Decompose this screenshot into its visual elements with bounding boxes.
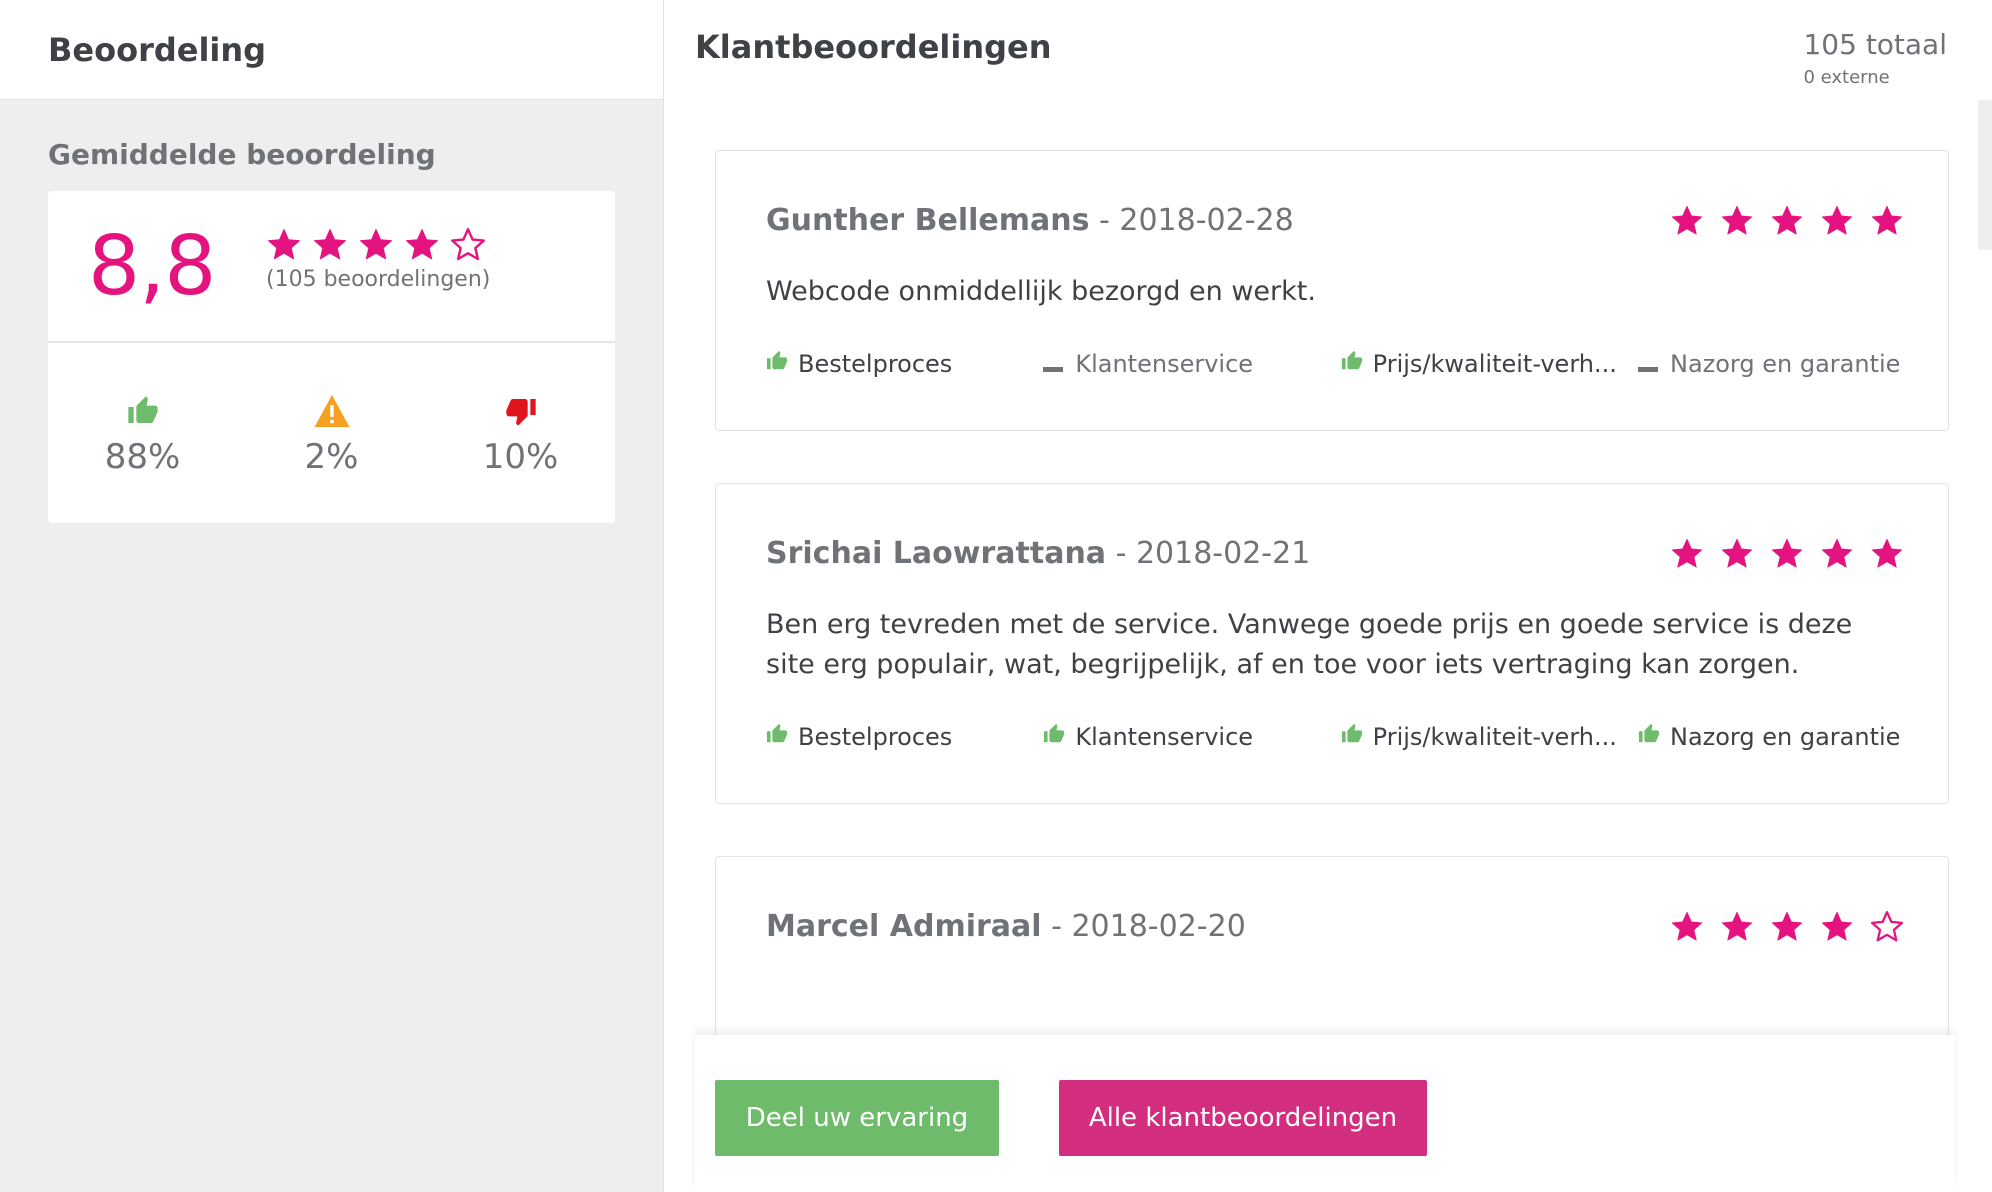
thumbs-up-icon — [1341, 723, 1363, 751]
review-date: - 2018-02-21 — [1106, 536, 1311, 571]
negative-percentage: 10% — [482, 437, 559, 477]
thumbs-up-icon — [1043, 723, 1065, 751]
star-filled-icon — [359, 228, 393, 259]
star-filled-icon — [1721, 538, 1753, 568]
aspect-nazorg-garantie: Nazorg en garantie — [1638, 723, 1901, 751]
star-filled-icon — [1771, 205, 1803, 235]
total-count: 105 totaal — [1803, 28, 1947, 61]
star-filled-icon — [1871, 205, 1903, 235]
aspect-klantenservice: Klantenservice — [1043, 350, 1340, 378]
share-experience-button[interactable]: Deel uw ervaring — [715, 1080, 999, 1156]
aspect-label: Nazorg en garantie — [1669, 350, 1901, 378]
star-empty-icon — [1870, 910, 1904, 941]
aspect-prijs-kwaliteit: Prijs/kwaliteit-verh... — [1341, 723, 1638, 751]
average-score: 8,8 — [88, 218, 216, 314]
reviewer-line: Gunther Bellemans - 2018-02-28 — [766, 203, 1294, 238]
rating-panel-header: Beoordeling — [0, 0, 663, 100]
review-header: Marcel Admiraal - 2018-02-20 — [766, 857, 1904, 944]
star-filled-icon — [1771, 538, 1803, 568]
average-rating-title: Gemiddelde beoordeling — [48, 138, 436, 171]
reviews-title: Klantbeoordelingen — [695, 28, 1052, 66]
thumbs-down-icon — [501, 391, 541, 431]
star-filled-icon — [313, 228, 347, 259]
review-aspects: Bestelproces Klantenservice Prijs/kwalit… — [766, 723, 1901, 803]
reviewer-name: Gunther Bellemans — [766, 203, 1090, 238]
negative-stat: 10% — [426, 343, 615, 523]
review-aspects: Bestelproces Klantenservice Prijs/kwalit… — [766, 350, 1901, 430]
neutral-percentage: 2% — [304, 437, 359, 477]
star-filled-icon — [405, 228, 439, 259]
rating-panel-title: Beoordeling — [48, 30, 267, 69]
dash-icon — [1637, 350, 1660, 378]
star-filled-icon — [1821, 205, 1853, 235]
warning-icon — [312, 391, 352, 431]
review-stars — [1670, 204, 1904, 238]
star-filled-icon — [1671, 911, 1703, 941]
star-filled-icon — [1721, 911, 1753, 941]
reviewer-name: Marcel Admiraal — [766, 909, 1042, 944]
aspect-label: Prijs/kwaliteit-verh... — [1372, 723, 1617, 751]
review-card: Marcel Admiraal - 2018-02-20 — [715, 856, 1949, 1056]
aspect-label: Bestelproces — [798, 723, 953, 751]
review-list[interactable]: Gunther Bellemans - 2018-02-28 Webcode o… — [715, 150, 1949, 1108]
review-text: Webcode onmiddellijk bezorgd en werkt. — [766, 276, 1316, 307]
rating-score-row: 8,8 (105 beoordelingen) — [48, 191, 615, 343]
star-filled-icon — [1771, 911, 1803, 941]
external-count: 0 externe — [1803, 67, 1890, 88]
star-filled-icon — [1821, 911, 1853, 941]
aspect-label: Nazorg en garantie — [1669, 723, 1901, 751]
review-totals: 105 totaal 0 externe — [1803, 28, 1947, 100]
review-text: Ben erg tevreden met de service. Vanwege… — [766, 609, 1853, 680]
review-stars — [1670, 910, 1904, 944]
scrollbar-thumb[interactable] — [1978, 100, 1992, 250]
review-stars — [1670, 537, 1904, 571]
star-filled-icon — [1671, 205, 1703, 235]
reviewer-line: Srichai Laowrattana - 2018-02-21 — [766, 536, 1310, 571]
reviews-header: Klantbeoordelingen 105 totaal 0 externe — [665, 0, 1992, 100]
rating-count: (105 beoordelingen) — [266, 266, 491, 292]
average-stars — [266, 227, 490, 263]
aspect-bestelproces: Bestelproces — [766, 723, 1043, 751]
star-filled-icon — [1721, 205, 1753, 235]
dash-icon — [1043, 350, 1065, 378]
star-filled-icon — [1671, 538, 1703, 568]
thumbs-up-icon — [766, 723, 788, 751]
average-rating-card: 8,8 (105 beoordelingen) 88% 2% 10% — [48, 191, 615, 523]
aspect-nazorg-garantie: Nazorg en garantie — [1637, 350, 1901, 378]
reviewer-name: Srichai Laowrattana — [766, 536, 1107, 571]
star-filled-icon — [1821, 538, 1853, 568]
reviewer-line: Marcel Admiraal - 2018-02-20 — [766, 909, 1246, 944]
neutral-stat: 2% — [237, 343, 426, 523]
aspect-label: Prijs/kwaliteit-verh... — [1372, 350, 1617, 378]
star-filled-icon — [1871, 538, 1903, 568]
thumbs-up-icon — [766, 350, 788, 378]
review-date: - 2018-02-20 — [1041, 909, 1246, 944]
thumbs-up-icon — [123, 391, 163, 431]
aspect-prijs-kwaliteit: Prijs/kwaliteit-verh... — [1341, 350, 1638, 378]
aspect-label: Klantenservice — [1075, 350, 1254, 378]
review-header: Srichai Laowrattana - 2018-02-21 — [766, 484, 1903, 571]
review-card: Srichai Laowrattana - 2018-02-21 Ben erg… — [715, 483, 1949, 804]
sentiment-stats: 88% 2% 10% — [48, 343, 615, 523]
aspect-klantenservice: Klantenservice — [1043, 723, 1340, 751]
rating-stars-block: (105 beoordelingen) — [266, 227, 490, 292]
review-card: Gunther Bellemans - 2018-02-28 Webcode o… — [715, 150, 1949, 431]
star-empty-icon — [451, 227, 485, 260]
thumbs-up-icon — [1341, 350, 1363, 378]
aspect-label: Klantenservice — [1075, 723, 1254, 751]
customer-reviews-panel: Klantbeoordelingen 105 totaal 0 externe … — [665, 0, 1992, 1192]
aspect-label: Bestelproces — [798, 350, 953, 378]
review-header: Gunther Bellemans - 2018-02-28 — [766, 151, 1903, 238]
star-filled-icon — [267, 228, 301, 259]
review-date: - 2018-02-28 — [1089, 203, 1294, 238]
all-reviews-button[interactable]: Alle klantbeoordelingen — [1059, 1080, 1427, 1156]
rating-summary-panel: Beoordeling Gemiddelde beoordeling 8,8 (… — [0, 0, 664, 1192]
positive-percentage: 88% — [104, 437, 181, 477]
aspect-bestelproces: Bestelproces — [766, 350, 1043, 378]
positive-stat: 88% — [48, 343, 237, 523]
thumbs-up-icon — [1638, 723, 1660, 751]
